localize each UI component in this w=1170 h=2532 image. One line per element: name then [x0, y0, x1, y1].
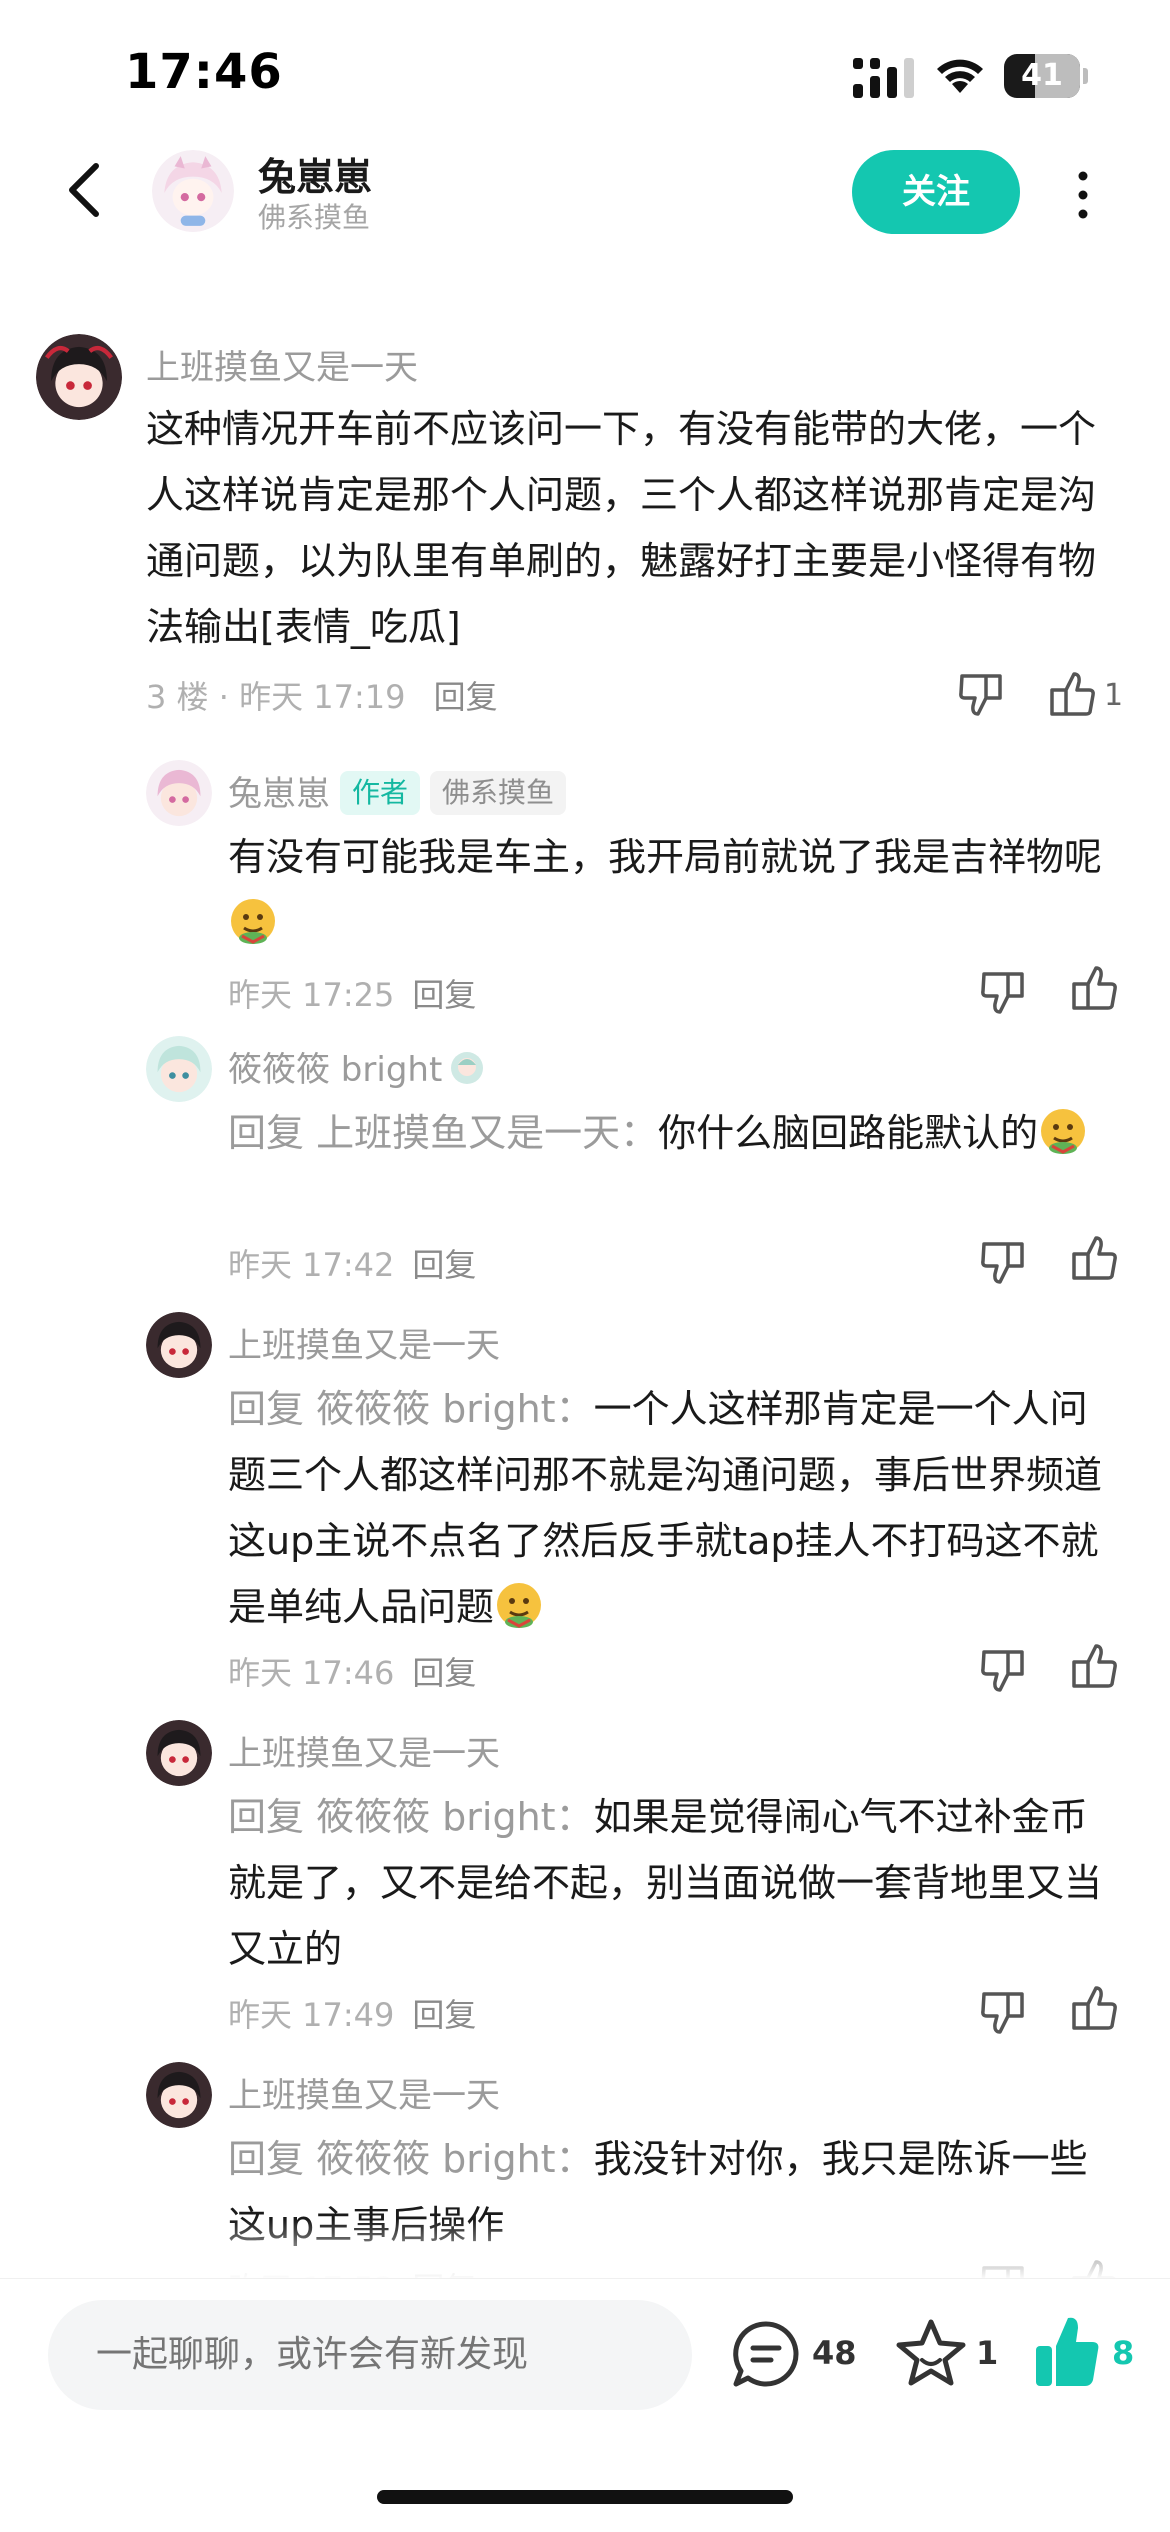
star-count: 1: [976, 2334, 999, 2372]
like-count-bottom: 8: [1112, 2334, 1135, 2372]
reply-username[interactable]: 上班摸鱼又是一天: [228, 2068, 500, 2117]
reply-text: 有没有可能我是车主，我开局前就说了我是吉祥物呢: [228, 824, 1116, 956]
like-icon[interactable]: [1068, 1232, 1120, 1284]
signal-icon: [853, 58, 914, 98]
dislike-icon[interactable]: [978, 1236, 1030, 1288]
reply-time: 昨天 17:42: [228, 1246, 395, 1284]
reply-text: 回复 筱筱筱 bright：如果是觉得闹心气不过补金币就是了，又不是给不起，别当…: [228, 1795, 1103, 1971]
star-icon[interactable]: [894, 2316, 968, 2390]
commenter-name[interactable]: 上班摸鱼又是一天: [146, 340, 418, 389]
reply-button[interactable]: 回复: [412, 1654, 476, 1692]
reply-prefix[interactable]: 回复 筱筱筱 bright：: [228, 1387, 594, 1431]
home-indicator: [377, 2490, 793, 2504]
reply-time: 昨天 17:25: [228, 976, 395, 1014]
reply-avatar[interactable]: [146, 1036, 212, 1102]
like-icon[interactable]: [1068, 962, 1120, 1014]
status-bar: 17:46 41: [0, 0, 1170, 150]
reply-avatar[interactable]: [146, 1312, 212, 1378]
reply-prefix[interactable]: 回复 筱筱筱 bright：: [228, 2137, 594, 2181]
dislike-icon[interactable]: [978, 1644, 1030, 1696]
floor-number: 3 楼: [146, 678, 209, 716]
like-icon[interactable]: [1068, 1982, 1120, 2034]
reply-meta: 昨天 17:25 回复: [228, 970, 476, 1016]
dislike-icon[interactable]: [956, 668, 1008, 720]
reply-avatar[interactable]: [146, 1720, 212, 1786]
back-icon[interactable]: [60, 160, 110, 220]
reply-username[interactable]: 兔崽崽 作者 佛系摸鱼: [228, 766, 567, 815]
reply-meta: 昨天 17:46 回复: [228, 1648, 476, 1694]
reply-time: 昨天 17:49: [228, 1996, 395, 2034]
reply-username[interactable]: 上班摸鱼又是一天: [228, 1318, 500, 1367]
dislike-icon[interactable]: [978, 1986, 1030, 2038]
like-icon[interactable]: [1046, 668, 1098, 720]
reply-time: 昨天 17:46: [228, 1654, 395, 1692]
status-time: 17:46: [125, 44, 283, 100]
reply-button[interactable]: 回复: [434, 678, 498, 716]
battery-level: 41: [1021, 58, 1063, 93]
like-count: 1: [1104, 678, 1124, 713]
reply-avatar[interactable]: [146, 760, 212, 826]
reply-button[interactable]: 回复: [412, 976, 476, 1014]
author-avatar[interactable]: [152, 150, 234, 232]
reply-button[interactable]: 回复: [412, 1996, 476, 2034]
thumbs-up-filled-icon[interactable]: [1032, 2312, 1102, 2390]
author-name[interactable]: 兔崽崽: [258, 146, 372, 201]
author-subtitle: 佛系摸鱼: [258, 201, 371, 234]
reply-meta: 昨天 17:42 回复: [228, 1240, 476, 1286]
emoji-sticker: [494, 1580, 544, 1630]
comment-meta: 3 楼 · 昨天 17:19 回复: [146, 678, 498, 716]
reply-avatar[interactable]: [146, 2062, 212, 2128]
reply-username[interactable]: 筱筱筱 bright: [228, 1042, 484, 1091]
wifi-icon: [937, 59, 983, 93]
comment-count: 48: [812, 2334, 857, 2372]
user-tag-badge: 佛系摸鱼: [430, 771, 567, 815]
like-icon[interactable]: [1068, 1640, 1120, 1692]
author-badge: 作者: [340, 771, 421, 815]
reply-text: 回复 上班摸鱼又是一天：你什么脑回路能默认的: [228, 1100, 1116, 1166]
user-medal-icon: [450, 1051, 484, 1085]
reply-prefix[interactable]: 回复 上班摸鱼又是一天：: [228, 1111, 658, 1155]
emoji-sticker: [1038, 1106, 1088, 1156]
reply-username[interactable]: 上班摸鱼又是一天: [228, 1726, 500, 1775]
chat-input[interactable]: [48, 2300, 692, 2410]
follow-button[interactable]: 关注: [852, 150, 1020, 234]
more-icon[interactable]: [1070, 170, 1096, 220]
comment-icon[interactable]: [730, 2318, 802, 2390]
reply-prefix[interactable]: 回复 筱筱筱 bright：: [228, 1795, 594, 1839]
comment-time: 昨天 17:19: [239, 678, 406, 716]
emoji-sticker: [228, 896, 278, 946]
reply-text: 回复 筱筱筱 bright：一个人这样那肯定是一个人问题三个人都这样问那不就是沟…: [228, 1387, 1103, 1630]
reply-button[interactable]: 回复: [412, 1246, 476, 1284]
battery-indicator: 41: [1004, 54, 1088, 98]
comment-text: 这种情况开车前不应该问一下，有没有能带的大佬，一个人这样说肯定是那个人问题，三个…: [146, 407, 1097, 649]
reply-meta: 昨天 17:49 回复: [228, 1990, 476, 2036]
commenter-avatar[interactable]: [36, 334, 122, 420]
dislike-icon[interactable]: [978, 966, 1030, 1018]
